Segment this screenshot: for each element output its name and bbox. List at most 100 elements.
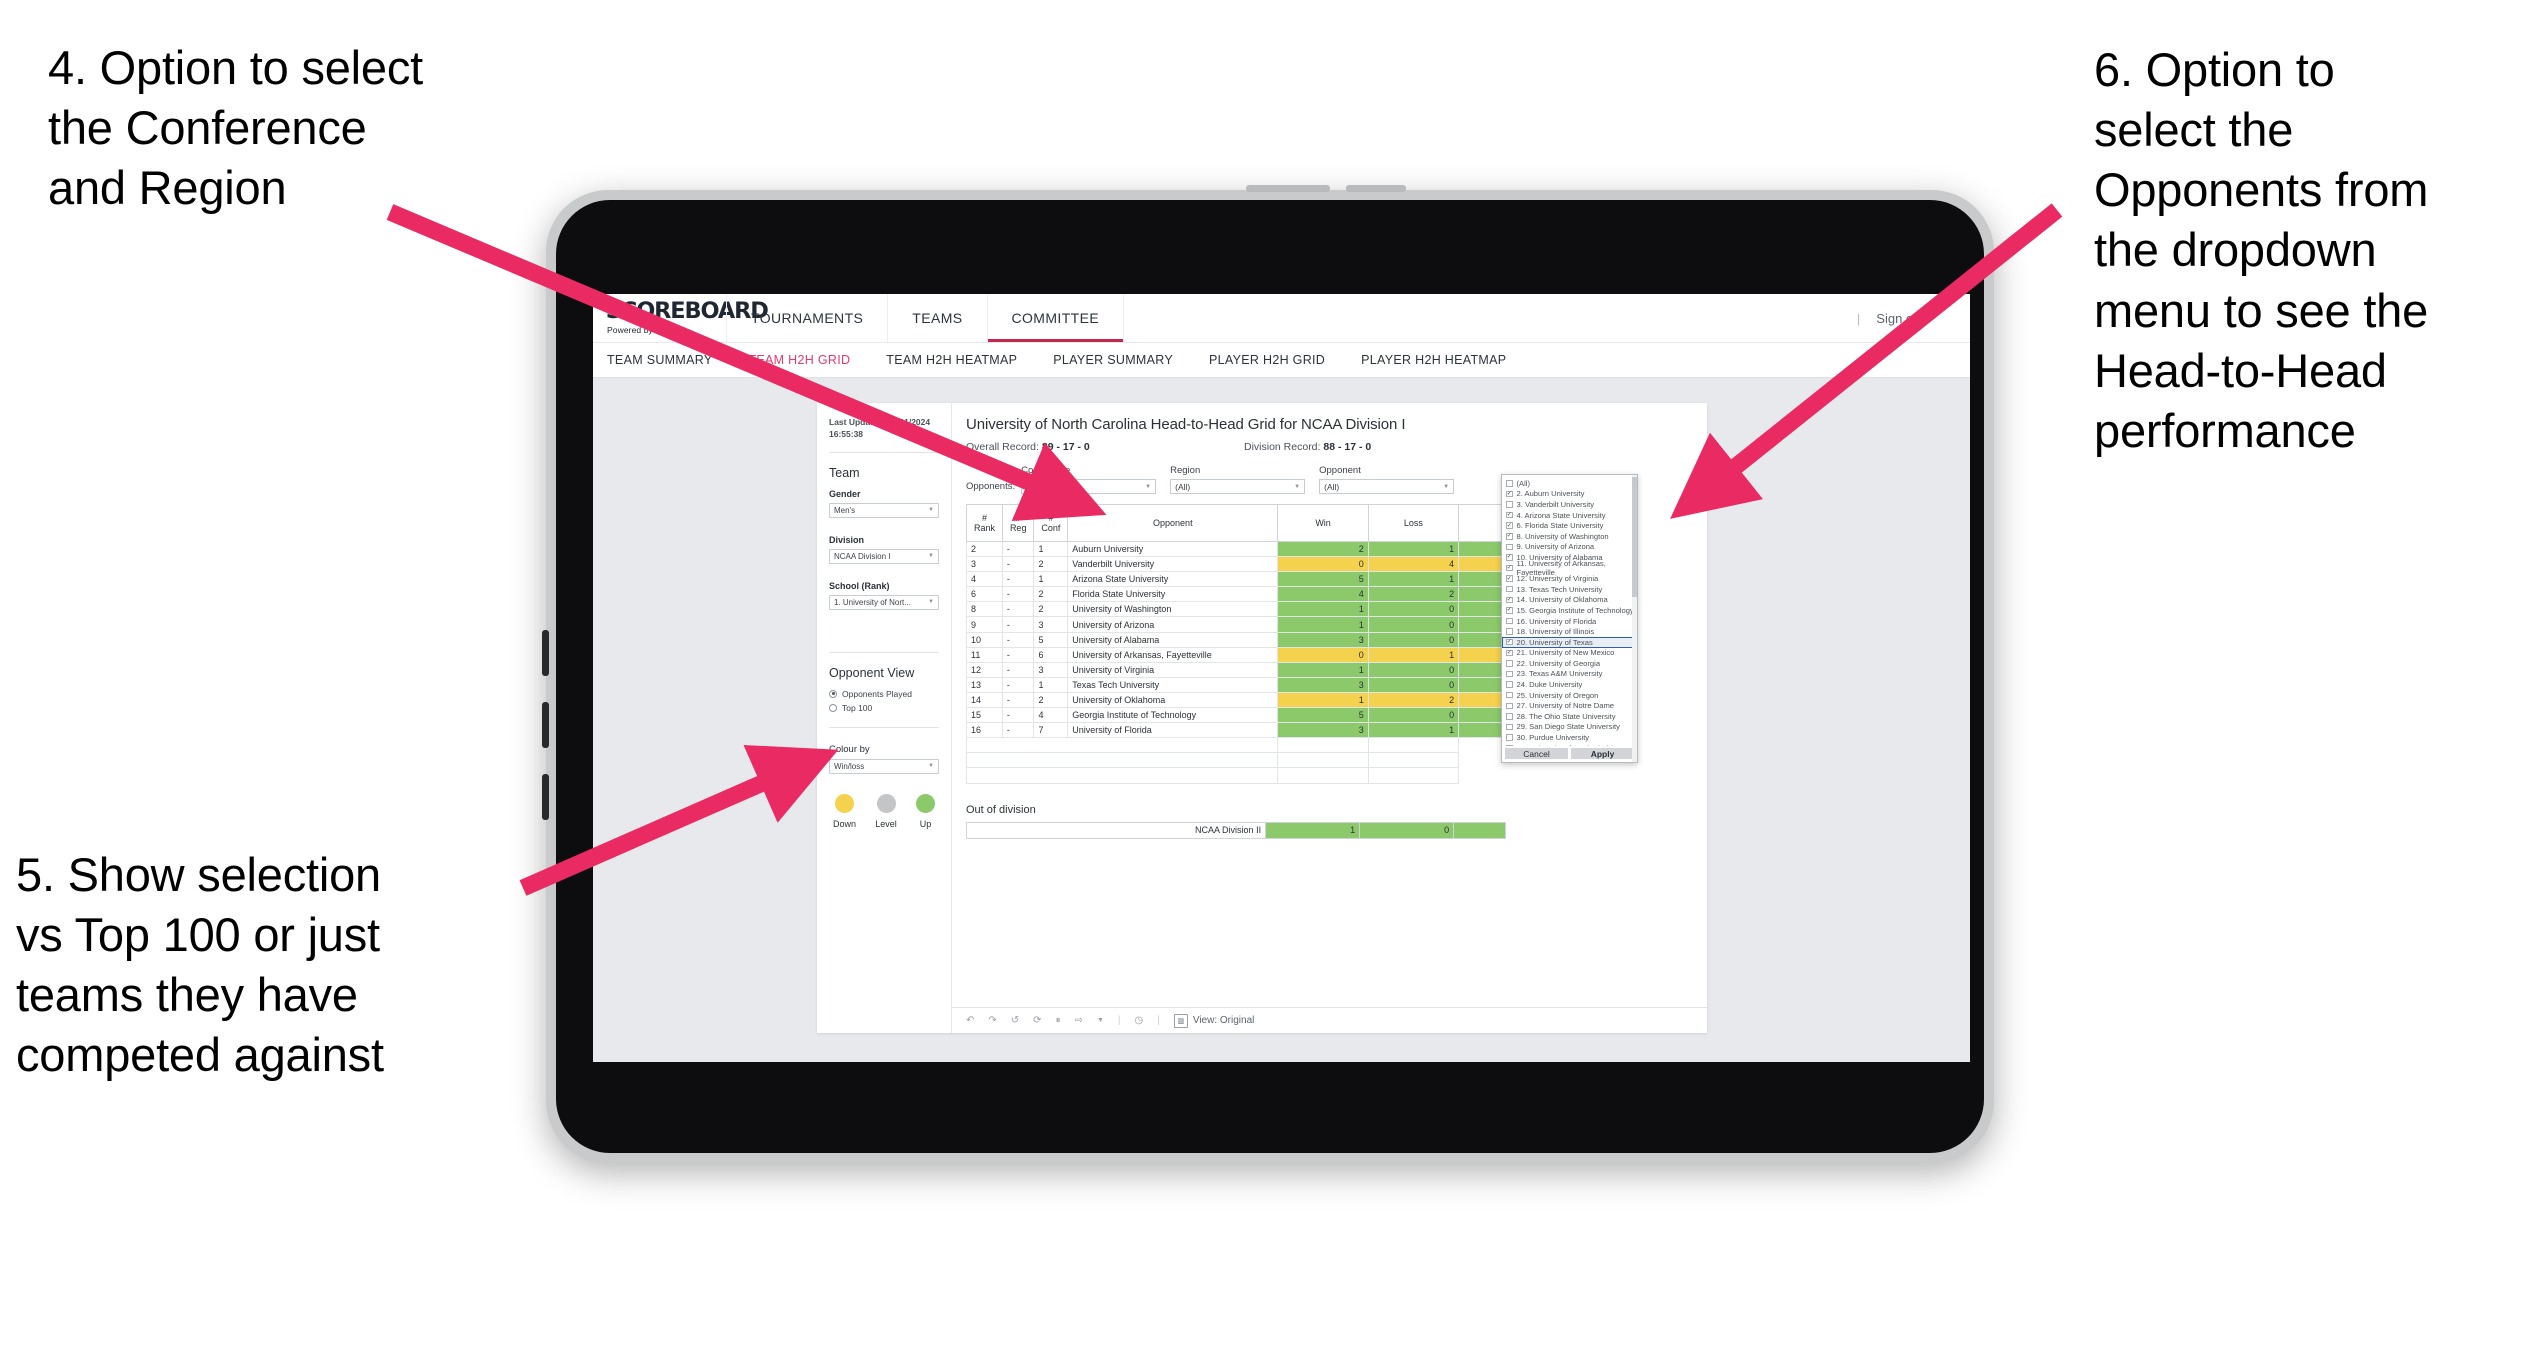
table-row[interactable]: 11-6 University of Arkansas, Fayetteville… — [966, 646, 1506, 663]
checkbox-icon[interactable]: ✓ — [1506, 533, 1513, 540]
opponent-option[interactable]: 3. Vanderbilt University — [1502, 499, 1637, 510]
table-row[interactable]: 13-1 Texas Tech University 3 0 — [966, 676, 1506, 693]
view-original-button[interactable]: ▥ View: Original — [1173, 1013, 1254, 1028]
checkbox-icon[interactable] — [1506, 713, 1513, 720]
colour-by-select[interactable]: Win/loss ▼ — [829, 758, 939, 774]
checkbox-icon[interactable] — [1506, 617, 1513, 625]
checkbox-icon[interactable] — [1506, 585, 1513, 593]
table-row[interactable]: 6-2 Florida State University 4 2 — [966, 586, 1506, 603]
checkbox-icon[interactable]: ✓ — [1506, 490, 1513, 498]
checkbox-icon[interactable] — [1506, 670, 1513, 678]
checkbox-icon[interactable]: ✓ — [1506, 575, 1513, 582]
opponent-option[interactable]: 25. University of Oregon — [1502, 690, 1637, 701]
opponent-options-list[interactable]: (All) ✓ 2. Auburn University 3. Vanderbilt … — [1502, 475, 1637, 746]
undo-icon[interactable]: ↶ — [966, 1015, 974, 1026]
opponent-option[interactable]: 22. University of Georgia — [1502, 658, 1637, 669]
revert-icon[interactable]: ↺ — [1011, 1015, 1019, 1026]
opponent-option[interactable]: 24. Duke University — [1502, 679, 1637, 690]
checkbox-icon[interactable] — [1506, 480, 1513, 487]
opponent-option[interactable]: 13. Texas Tech University — [1502, 584, 1637, 595]
checkbox-icon[interactable]: ✓ — [1506, 607, 1513, 614]
table-row[interactable]: 12-3 University of Virginia 1 0 — [966, 661, 1506, 678]
region-select[interactable]: (All) ▼ — [1170, 479, 1306, 494]
opponent-option[interactable]: ✓ 6. Florida State University — [1502, 520, 1637, 531]
checkbox-icon[interactable] — [1506, 501, 1513, 508]
apply-button[interactable]: Apply — [1571, 748, 1634, 759]
subnav-item-player-summary[interactable]: PLAYER SUMMARY — [1053, 353, 1173, 367]
opponent-option[interactable]: 9. University of Arizona — [1502, 542, 1637, 553]
school-select[interactable]: 1. University of Nort... ▼ — [829, 594, 939, 610]
radio-opponents-played[interactable]: Opponents Played — [829, 689, 939, 699]
redo-icon[interactable]: ↷ — [988, 1015, 996, 1026]
table-row[interactable]: 15-4 Georgia Institute of Technology 5 0 — [966, 707, 1506, 724]
opponent-option[interactable]: ✓ 8. University of Washington — [1502, 531, 1637, 542]
checkbox-icon[interactable]: ✓ — [1506, 511, 1513, 519]
checkbox-icon[interactable] — [1506, 734, 1513, 741]
checkbox-icon[interactable] — [1506, 723, 1513, 731]
signout-link[interactable]: Sign out — [1876, 311, 1924, 326]
checkbox-icon[interactable]: ✓ — [1506, 522, 1513, 529]
logo[interactable]: SCOREBOARD Powered by Flood — [593, 294, 769, 342]
table-row[interactable]: 4-1 Arizona State University 5 1 — [966, 571, 1506, 588]
scrollbar-thumb[interactable] — [1632, 477, 1637, 597]
gender-select[interactable]: Men's ▼ — [829, 502, 939, 518]
opponent-option[interactable]: ✓ 21. University of New Mexico — [1502, 648, 1637, 659]
conference-select[interactable]: (All) ▼ — [1021, 479, 1157, 494]
checkbox-icon[interactable] — [1506, 681, 1513, 688]
table-row[interactable]: 3-2 Vanderbilt University 0 4 — [966, 556, 1506, 573]
checkbox-icon[interactable]: ✓ — [1506, 554, 1513, 561]
opponent-option[interactable]: ✓ 15. Georgia Institute of Technology — [1502, 605, 1637, 616]
table-row[interactable]: 8-2 University of Washington 1 0 — [966, 601, 1506, 618]
power-button[interactable] — [1246, 185, 1330, 192]
annotation-4: 4. Option to select the Conference and R… — [48, 41, 424, 215]
opponent-dropdown-scrollbar[interactable] — [1632, 475, 1637, 762]
checkbox-icon[interactable]: ✓ — [1506, 596, 1513, 604]
table-row[interactable]: 10-5 University of Alabama 3 0 — [966, 631, 1506, 648]
opponent-option[interactable]: 16. University of Florida — [1502, 616, 1637, 627]
checkbox-icon[interactable]: ✓ — [1506, 649, 1513, 657]
opponent-option[interactable]: 29. San Diego State University — [1502, 722, 1637, 733]
chevron-down-icon[interactable]: ▼ — [1097, 1017, 1104, 1024]
opponent-select[interactable]: (All) ▼ — [1319, 479, 1455, 494]
opponent-option[interactable]: 27. University of Notre Dame — [1502, 700, 1637, 711]
subnav-item-player-h2h-grid[interactable]: PLAYER H2H GRID — [1209, 353, 1325, 367]
opponent-option[interactable]: ✓ 4. Arizona State University — [1502, 510, 1637, 521]
pause-icon[interactable]: ⏸ — [1056, 1015, 1061, 1026]
radio-top-100[interactable]: Top 100 — [829, 703, 939, 713]
volume-button[interactable] — [1346, 185, 1406, 192]
topnav-item-teams[interactable]: TEAMS — [887, 294, 986, 342]
opponent-dropdown-popup[interactable]: (All) ✓ 2. Auburn University 3. Vanderbilt … — [1501, 474, 1638, 763]
subnav-item-team-h2h-grid[interactable]: TEAM H2H GRID — [748, 353, 850, 367]
opponent-option[interactable]: 30. Purdue University — [1502, 732, 1637, 743]
opponent-option[interactable]: ✓ 11. University of Arkansas, Fayettevill… — [1502, 559, 1637, 577]
checkbox-icon[interactable] — [1506, 702, 1513, 710]
checkbox-icon[interactable] — [1506, 660, 1513, 667]
opponent-option[interactable]: ✓ 2. Auburn University — [1502, 489, 1637, 500]
cancel-button[interactable]: Cancel — [1505, 748, 1568, 759]
opponent-option[interactable]: ✓ 20. University of Texas — [1502, 636, 1637, 648]
table-row[interactable]: 9-3 University of Arizona 1 0 — [966, 616, 1506, 633]
refresh-data-icon[interactable]: ⟳ — [1033, 1015, 1041, 1026]
subnav-item-team-h2h-heatmap[interactable]: TEAM H2H HEATMAP — [886, 353, 1017, 367]
table-row[interactable]: 14-2 University of Oklahoma 1 2 — [966, 691, 1506, 709]
clock-icon[interactable]: ◷ — [1135, 1015, 1144, 1026]
checkbox-icon[interactable]: ✓ — [1506, 564, 1513, 572]
opponent-option[interactable]: 18. University of Illinois — [1502, 626, 1637, 637]
subnav-item-team-summary[interactable]: TEAM SUMMARY — [607, 353, 712, 367]
checkbox-icon[interactable] — [1506, 691, 1513, 699]
topnav-item-tournaments[interactable]: TOURNAMENTS — [726, 294, 887, 342]
checkbox-icon[interactable] — [1506, 543, 1513, 551]
subnav-item-player-h2h-heatmap[interactable]: PLAYER H2H HEATMAP — [1361, 353, 1506, 367]
table-row[interactable]: 2-1 Auburn University 2 1 — [966, 540, 1506, 558]
division-select[interactable]: NCAA Division I ▼ — [829, 548, 939, 564]
topnav-item-committee[interactable]: COMMITTEE — [986, 294, 1124, 342]
cell-loss: 0 — [1367, 661, 1460, 678]
checkbox-icon[interactable] — [1506, 628, 1513, 635]
opponent-option[interactable]: 23. Texas A&M University — [1502, 669, 1637, 680]
opponent-option[interactable]: ✓ 14. University of Oklahoma — [1502, 595, 1637, 606]
opponent-option[interactable]: (All) — [1502, 478, 1637, 489]
table-row[interactable]: 16-7 University of Florida 3 1 — [966, 722, 1506, 739]
checkbox-icon[interactable]: ✓ — [1506, 638, 1513, 646]
opponent-option[interactable]: 28. The Ohio State University — [1502, 711, 1637, 722]
share-icon[interactable]: ⇨ — [1075, 1015, 1083, 1026]
